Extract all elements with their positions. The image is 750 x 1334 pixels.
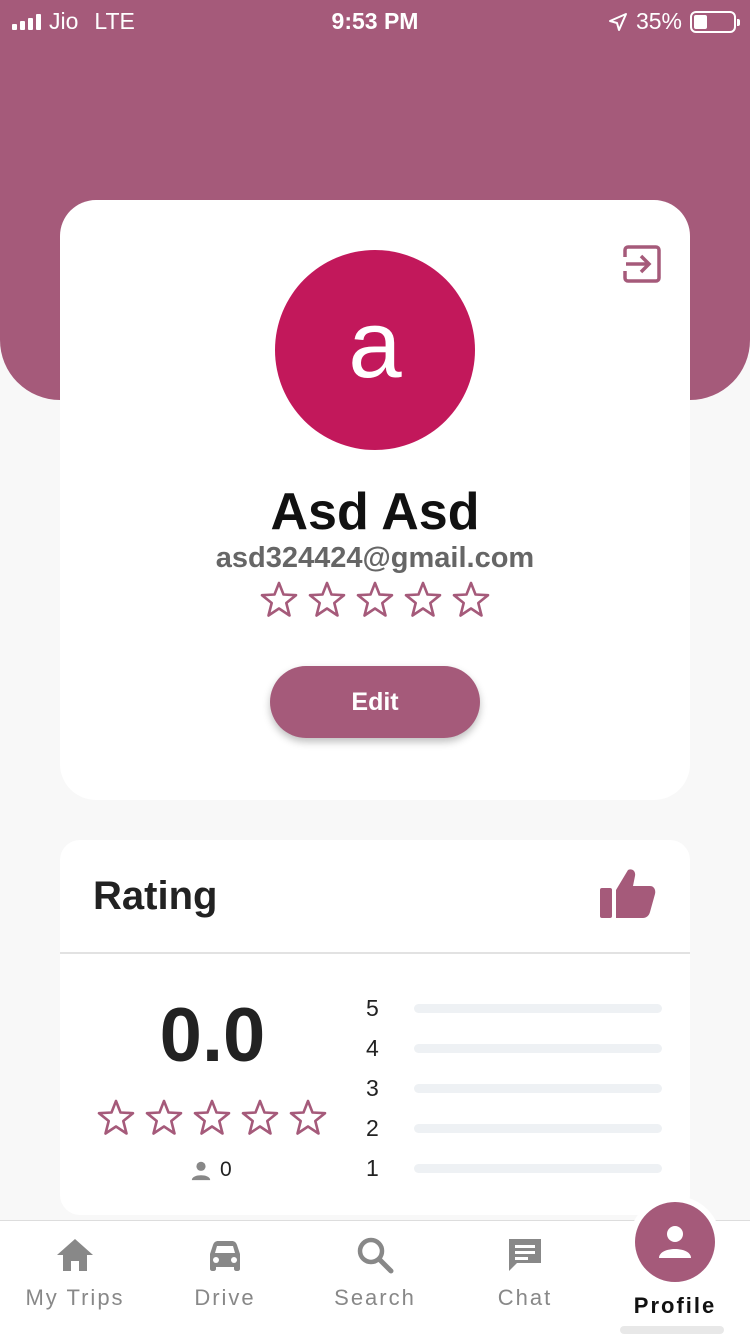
nav-drive[interactable]: Drive <box>150 1221 300 1334</box>
nav-search[interactable]: Search <box>300 1221 450 1334</box>
status-bar: Jio LTE 9:53 PM 35% <box>0 0 750 42</box>
nav-chat[interactable]: Chat <box>450 1221 600 1334</box>
avatar: a <box>275 250 475 450</box>
edit-button[interactable]: Edit <box>270 666 480 738</box>
star-icon <box>356 581 394 617</box>
thumbs-up-icon <box>600 869 656 918</box>
star-icon <box>145 1099 183 1135</box>
profile-star-rating <box>60 580 690 620</box>
rating-bar-track <box>414 1043 662 1053</box>
person-icon <box>191 1161 211 1181</box>
profile-card: a Asd Asd asd324424@gmail.com Edit <box>60 200 690 800</box>
rating-bar-row: 4 <box>366 1028 666 1068</box>
rating-bar-row: 2 <box>366 1108 666 1148</box>
profile-name: Asd Asd <box>270 483 480 541</box>
home-indicator <box>620 1326 724 1334</box>
star-icon <box>404 581 442 617</box>
car-icon <box>210 1241 240 1271</box>
star-icon <box>260 581 298 617</box>
rating-count-value: 0 <box>220 1158 232 1181</box>
rating-divider <box>60 952 690 954</box>
rating-title: Rating <box>93 874 218 918</box>
search-icon <box>357 1237 394 1274</box>
rating-bar-track <box>414 1163 662 1173</box>
rating-bar-track <box>414 1083 662 1093</box>
rating-bar-row: 1 <box>366 1148 666 1188</box>
rating-bar-row: 5 <box>366 988 666 1028</box>
star-icon <box>193 1099 231 1135</box>
average-star-rating <box>92 1098 332 1138</box>
chat-icon <box>509 1239 541 1271</box>
battery-icon <box>690 10 740 33</box>
star-icon <box>241 1099 279 1135</box>
rating-bar-track <box>414 1003 662 1013</box>
rating-bar-label: 2 <box>366 1114 379 1141</box>
average-rating: 0.0 <box>159 993 266 1078</box>
person-icon <box>659 1226 691 1258</box>
rating-bar-label: 3 <box>366 1074 379 1101</box>
nav-label: Search <box>334 1285 416 1310</box>
star-icon <box>308 581 346 617</box>
rating-bar-label: 1 <box>366 1154 379 1181</box>
rating-bar-track <box>414 1123 662 1133</box>
logout-icon[interactable] <box>622 244 662 284</box>
nav-my-trips[interactable]: My Trips <box>0 1221 150 1334</box>
nav-label: Drive <box>194 1285 256 1310</box>
rating-count: 0 <box>190 1158 232 1182</box>
star-icon <box>452 581 490 617</box>
star-icon <box>97 1099 135 1135</box>
rating-bar-label: 5 <box>366 994 379 1021</box>
rating-bar-label: 4 <box>366 1034 379 1061</box>
home-icon <box>57 1239 93 1271</box>
battery-percent: 35% <box>635 8 682 34</box>
rating-bar-row: 3 <box>366 1068 666 1108</box>
nav-profile-active-indicator[interactable] <box>635 1202 715 1282</box>
location-arrow-icon <box>608 12 627 31</box>
rating-breakdown: 5 4 3 2 1 <box>366 988 666 1188</box>
nav-label: Profile <box>633 1293 717 1318</box>
rating-card: Rating 0.0 0 5 4 3 2 1 <box>60 840 690 1215</box>
star-icon <box>289 1099 327 1135</box>
profile-email: asd324424@gmail.com <box>215 542 535 574</box>
nav-label: My Trips <box>25 1285 125 1310</box>
nav-label: Chat <box>497 1285 553 1310</box>
